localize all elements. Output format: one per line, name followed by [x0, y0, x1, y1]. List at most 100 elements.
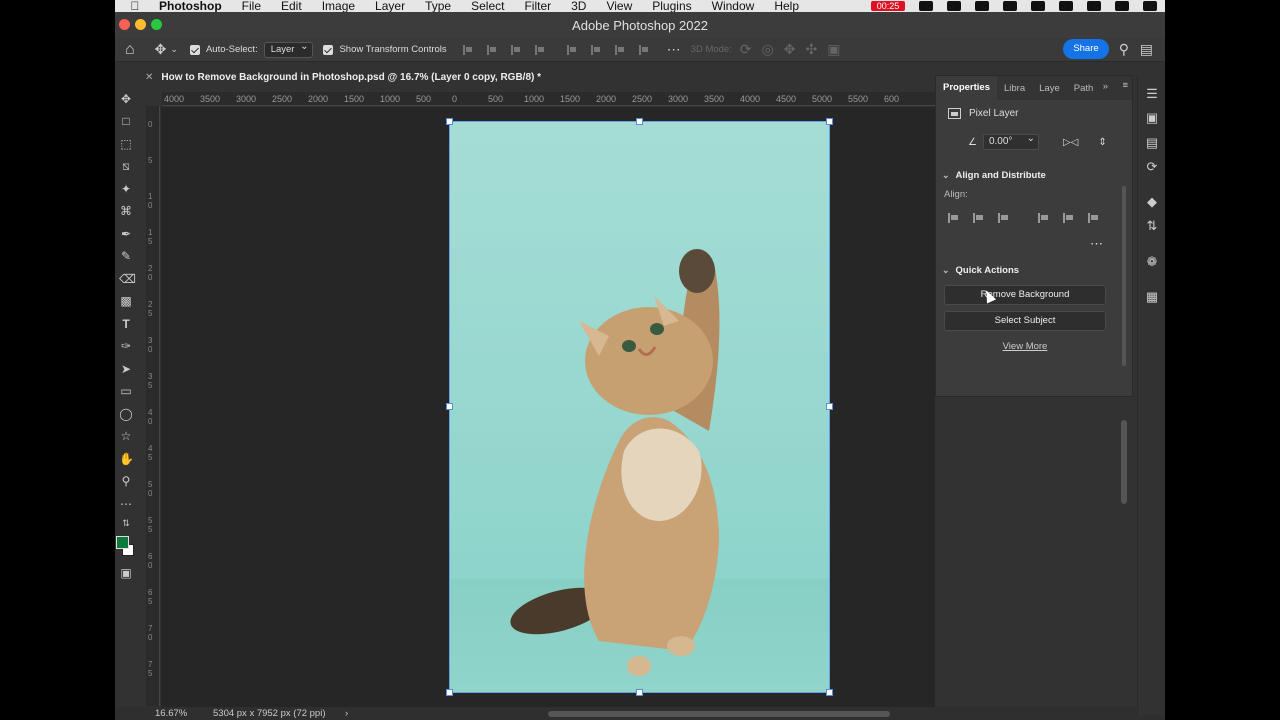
transform-handle-left[interactable] [446, 403, 453, 410]
app-menu[interactable]: Photoshop [159, 0, 222, 12]
pen-tool-icon[interactable]: ✑ [119, 339, 133, 353]
panel-menu-icon[interactable]: ≡ [1122, 80, 1128, 91]
more-align-options-icon[interactable]: ⋯ [1090, 236, 1103, 252]
layers-icon[interactable]: ◆ [1145, 195, 1159, 209]
marquee-tool-icon[interactable]: ⬚ [119, 137, 133, 151]
quick-mask-icon[interactable]: ▣ [119, 566, 133, 580]
swatches-icon[interactable]: ❁ [1145, 255, 1159, 269]
paths-icon[interactable]: ⟳ [1145, 160, 1159, 174]
artboard-tool-icon[interactable]: □ [119, 114, 133, 128]
menu-window[interactable]: Window [712, 0, 755, 12]
transform-handle-top-left[interactable] [446, 118, 453, 125]
align-right-edges-icon[interactable] [510, 44, 521, 55]
brush-tool-icon[interactable]: ✎ [119, 249, 133, 263]
menu-view[interactable]: View [606, 0, 632, 12]
zoom-level[interactable]: 16.67% [155, 708, 187, 719]
creative-cloud-icon[interactable] [947, 1, 961, 11]
quick-actions-header[interactable]: ⌄ Quick Actions [942, 265, 1019, 276]
remove-background-button[interactable]: Remove Background [944, 285, 1106, 305]
panel-scrollbar[interactable] [1122, 186, 1126, 366]
cat-photo-layer[interactable] [449, 121, 830, 693]
move-tool-icon[interactable]: ✥ [155, 41, 167, 58]
flip-vertical-icon[interactable]: ⇕ [1098, 137, 1106, 148]
move-tool-icon[interactable]: ✥ [119, 92, 133, 106]
canvas-area[interactable] [161, 107, 935, 707]
crop-tool-icon[interactable]: ⌘ [119, 204, 133, 218]
transform-handle-bottom-left[interactable] [446, 689, 453, 696]
zoom-tool-icon[interactable]: ⚲ [119, 474, 133, 488]
vertical-scrollbar[interactable] [1121, 420, 1127, 504]
distribute-horizontal-icon[interactable] [638, 44, 649, 55]
workspace-icon[interactable]: ▤ [1140, 41, 1153, 58]
display-icon[interactable] [975, 1, 989, 11]
ellipse-tool-icon[interactable]: ◯ [119, 407, 133, 421]
battery-icon[interactable] [1059, 1, 1073, 11]
align-left-icon[interactable] [948, 213, 960, 223]
3d-roll-icon[interactable]: ◎ [762, 41, 774, 58]
menu-select[interactable]: Select [471, 0, 504, 12]
menu-type[interactable]: Type [425, 0, 451, 12]
path-selection-tool-icon[interactable]: ➤ [119, 362, 133, 376]
libraries-icon[interactable]: ▣ [1145, 111, 1159, 125]
view-more-link[interactable]: View More [944, 341, 1106, 352]
align-top-icon[interactable] [1038, 213, 1050, 223]
lasso-tool-icon[interactable]: ⧅ [119, 159, 133, 173]
custom-shape-tool-icon[interactable]: ☆ [119, 429, 133, 443]
eraser-tool-icon[interactable]: ⌫ [119, 272, 136, 286]
rectangle-tool-icon[interactable]: ▭ [119, 384, 133, 398]
menu-3d[interactable]: 3D [571, 0, 586, 12]
hand-tool-icon[interactable]: ✋ [119, 452, 134, 466]
3d-orbit-icon[interactable]: ⟳ [740, 41, 752, 58]
menu-layer[interactable]: Layer [375, 0, 405, 12]
menu-edit[interactable]: Edit [281, 0, 302, 12]
search-icon[interactable]: ⚲ [1119, 41, 1129, 58]
auto-select-dropdown[interactable]: Layer [263, 40, 314, 58]
expand-panels-icon[interactable]: » [1103, 81, 1108, 92]
align-bottom-icon[interactable] [1088, 213, 1100, 223]
show-transform-checkbox[interactable]: Show Transform Controls [323, 44, 447, 55]
transform-handle-top[interactable] [636, 118, 643, 125]
align-top-edges-icon[interactable] [566, 44, 577, 55]
horizontal-scrollbar[interactable] [548, 711, 890, 717]
wifi-icon[interactable] [1087, 1, 1101, 11]
text-input-icon[interactable] [1003, 1, 1017, 11]
transform-handle-top-right[interactable] [826, 118, 833, 125]
3d-pan-icon[interactable]: ✥ [784, 41, 796, 58]
menu-image[interactable]: Image [322, 0, 355, 12]
apple-icon[interactable]:  [127, 0, 143, 12]
spotlight-icon[interactable] [1143, 1, 1157, 11]
tab-layers[interactable]: Laye [1032, 83, 1067, 94]
home-icon[interactable]: ⌂ [125, 41, 135, 59]
align-center-h-icon[interactable] [973, 213, 985, 223]
align-horizontal-centers-icon[interactable] [486, 44, 497, 55]
status-menu-arrow[interactable]: › [345, 708, 348, 719]
distribute-vertical-icon[interactable] [534, 44, 545, 55]
align-middle-icon[interactable] [1063, 213, 1075, 223]
document-tab[interactable]: ✕ How to Remove Background in Photoshop.… [145, 67, 965, 87]
close-tab-icon[interactable]: ✕ [145, 72, 153, 83]
user-icon[interactable] [1115, 1, 1129, 11]
align-left-edges-icon[interactable] [462, 44, 473, 55]
align-right-icon[interactable] [998, 213, 1010, 223]
magic-wand-tool-icon[interactable]: ✦ [119, 182, 133, 196]
type-tool-icon[interactable]: T [119, 317, 133, 331]
transform-handle-bottom[interactable] [636, 689, 643, 696]
share-button[interactable]: Share [1063, 39, 1109, 59]
menu-help[interactable]: Help [774, 0, 799, 12]
swap-colors-icon[interactable]: ⇅ [119, 516, 133, 530]
auto-select-checkbox[interactable]: Auto-Select: [189, 44, 258, 55]
eyedropper-tool-icon[interactable]: ✒ [119, 227, 133, 241]
tab-libraries[interactable]: Libra [997, 83, 1032, 94]
more-options-icon[interactable]: ⋯ [667, 41, 681, 58]
tab-paths[interactable]: Path [1067, 83, 1101, 94]
properties-icon[interactable]: ▤ [1145, 136, 1159, 150]
edit-toolbar-icon[interactable]: ⋯ [119, 497, 133, 511]
adjustments-icon[interactable]: ☰ [1145, 87, 1159, 101]
grid-icon[interactable]: ▦ [1145, 290, 1159, 304]
tool-preset-chevron-icon[interactable]: ⌄ [170, 44, 178, 55]
transform-handle-bottom-right[interactable] [826, 689, 833, 696]
menu-filter[interactable]: Filter [524, 0, 551, 12]
align-vertical-centers-icon[interactable] [590, 44, 601, 55]
channels-icon[interactable]: ⇅ [1145, 219, 1159, 233]
align-distribute-header[interactable]: ⌄ Align and Distribute [942, 170, 1046, 181]
